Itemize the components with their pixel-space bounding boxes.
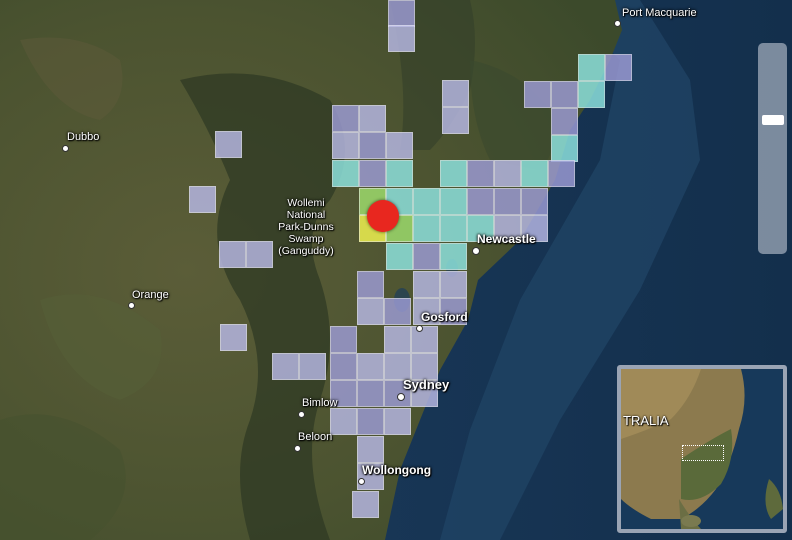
- intensity-cell[interactable]: [386, 243, 413, 270]
- intensity-cell[interactable]: [494, 188, 521, 215]
- intensity-cell[interactable]: [332, 105, 359, 132]
- place-newcastle[interactable]: Newcastle: [477, 233, 536, 246]
- intensity-cell[interactable]: [357, 353, 384, 380]
- intensity-cell[interactable]: [384, 408, 411, 435]
- intensity-cell[interactable]: [413, 215, 440, 242]
- intensity-cell[interactable]: [551, 108, 578, 135]
- intensity-cell[interactable]: [551, 81, 578, 108]
- intensity-cell[interactable]: [359, 132, 386, 159]
- wollongong-marker[interactable]: [358, 478, 365, 485]
- place-beloon[interactable]: Beloon: [298, 431, 332, 444]
- overview-map-label: TRALIA: [623, 413, 669, 428]
- place-port-macquarie[interactable]: Port Macquarie: [622, 7, 697, 20]
- intensity-cell[interactable]: [442, 107, 469, 134]
- overview-extent-box: [682, 445, 724, 461]
- intensity-cell[interactable]: [413, 271, 440, 298]
- intensity-cell[interactable]: [411, 353, 438, 380]
- intensity-cell[interactable]: [440, 243, 467, 270]
- intensity-cell[interactable]: [578, 54, 605, 81]
- epicentre-marker[interactable]: [367, 200, 399, 232]
- gosford-marker[interactable]: [416, 325, 423, 332]
- intensity-cell[interactable]: [578, 81, 605, 108]
- park-label-line: (Ganguddy): [278, 245, 334, 257]
- park-label: Wollemi National Park-Dunns Swamp (Gangu…: [270, 197, 342, 257]
- place-dubbo[interactable]: Dubbo: [67, 131, 99, 144]
- intensity-cell[interactable]: [413, 188, 440, 215]
- intensity-cell[interactable]: [524, 81, 551, 108]
- intensity-cell[interactable]: [272, 353, 299, 380]
- intensity-cell[interactable]: [215, 131, 242, 158]
- intensity-cell[interactable]: [413, 243, 440, 270]
- place-sydney[interactable]: Sydney: [403, 378, 449, 391]
- intensity-cell[interactable]: [357, 380, 384, 407]
- intensity-cell[interactable]: [359, 160, 386, 187]
- intensity-cell[interactable]: [246, 241, 273, 268]
- intensity-cell[interactable]: [384, 353, 411, 380]
- intensity-cell[interactable]: [219, 241, 246, 268]
- intensity-cell[interactable]: [440, 188, 467, 215]
- intensity-cell[interactable]: [548, 160, 575, 187]
- intensity-cell[interactable]: [384, 326, 411, 353]
- intensity-cell[interactable]: [357, 271, 384, 298]
- intensity-cell[interactable]: [521, 160, 548, 187]
- sydney-marker[interactable]: [397, 393, 405, 401]
- orange-marker[interactable]: [128, 302, 135, 309]
- intensity-cell[interactable]: [388, 25, 415, 52]
- intensity-cell[interactable]: [494, 160, 521, 187]
- beloon-marker[interactable]: [294, 445, 301, 452]
- intensity-cell[interactable]: [332, 160, 359, 187]
- zoom-handle[interactable]: [762, 115, 784, 125]
- park-label-line: Swamp: [288, 233, 324, 245]
- intensity-cell[interactable]: [359, 105, 386, 132]
- overview-map[interactable]: TRALIA: [617, 365, 787, 533]
- intensity-cell[interactable]: [605, 54, 632, 81]
- intensity-cell[interactable]: [357, 298, 384, 325]
- place-bimlow[interactable]: Bimlow: [302, 397, 337, 410]
- place-gosford[interactable]: Gosford: [421, 311, 468, 324]
- intensity-cell[interactable]: [386, 132, 413, 159]
- intensity-cell[interactable]: [386, 160, 413, 187]
- park-label-line: Wollemi: [287, 197, 325, 209]
- intensity-cell[interactable]: [467, 188, 494, 215]
- zoom-slider[interactable]: [758, 43, 787, 254]
- intensity-cell[interactable]: [357, 408, 384, 435]
- intensity-cell[interactable]: [357, 436, 384, 463]
- intensity-cell[interactable]: [352, 491, 379, 518]
- intensity-cell[interactable]: [330, 408, 357, 435]
- intensity-cell[interactable]: [388, 0, 415, 27]
- intensity-cell[interactable]: [440, 271, 467, 298]
- dubbo-marker[interactable]: [62, 145, 69, 152]
- intensity-cell[interactable]: [440, 160, 467, 187]
- intensity-cell[interactable]: [440, 215, 467, 242]
- intensity-cell[interactable]: [220, 324, 247, 351]
- intensity-cell[interactable]: [411, 326, 438, 353]
- place-wollongong[interactable]: Wollongong: [362, 464, 431, 477]
- intensity-cell[interactable]: [330, 326, 357, 353]
- park-label-line: National: [286, 209, 326, 221]
- intensity-cell[interactable]: [384, 298, 411, 325]
- intensity-cell[interactable]: [189, 186, 216, 213]
- newcastle-marker[interactable]: [472, 247, 480, 255]
- intensity-cell[interactable]: [299, 353, 326, 380]
- port-macquarie-marker[interactable]: [614, 20, 621, 27]
- intensity-cell[interactable]: [330, 353, 357, 380]
- intensity-cell[interactable]: [521, 188, 548, 215]
- bimlow-marker[interactable]: [298, 411, 305, 418]
- intensity-cell[interactable]: [332, 132, 359, 159]
- place-orange[interactable]: Orange: [132, 289, 169, 302]
- intensity-cell[interactable]: [551, 135, 578, 162]
- park-label-line: Park-Dunns: [278, 221, 334, 233]
- intensity-cell[interactable]: [442, 80, 469, 107]
- intensity-cell[interactable]: [467, 160, 494, 187]
